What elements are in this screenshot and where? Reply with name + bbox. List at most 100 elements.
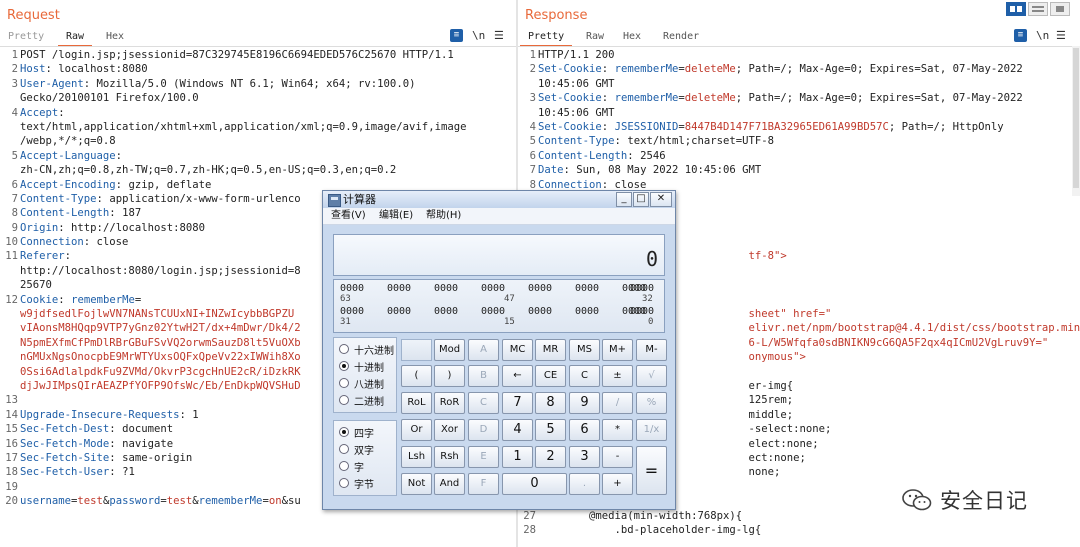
layout-stacked-icon[interactable]	[1028, 2, 1048, 16]
header-key: Set-Cookie	[538, 63, 602, 76]
key-E[interactable]: E	[468, 446, 499, 468]
key-1[interactable]: 1	[502, 446, 533, 468]
code-text: Origin: http://localhost:8080	[20, 221, 205, 235]
bit-group: 0000	[528, 306, 553, 317]
code-text: 0Ssi6AdlalpdkFu9ZVMd/OkvrP3cgcHnUE2cR/iD…	[20, 365, 301, 379]
key-√[interactable]: √	[636, 365, 667, 387]
base-radio[interactable]: 十进制	[339, 359, 384, 374]
pretty-print-icon[interactable]: ≡	[1014, 29, 1027, 42]
key-2[interactable]: 2	[535, 446, 566, 468]
base-radio[interactable]: 二进制	[339, 393, 384, 408]
pretty-print-icon[interactable]: ≡	[450, 29, 463, 42]
newline-toggle-icon[interactable]: \n	[472, 29, 485, 43]
tab-raw[interactable]: Raw	[578, 28, 612, 45]
header-value: ; Path=/; HttpOnly	[888, 120, 1004, 133]
header-value: close	[90, 236, 129, 249]
word-size-radio[interactable]: 四字	[339, 425, 374, 440]
layout-tabs-icon[interactable]	[1050, 2, 1070, 16]
scrollbar[interactable]	[1072, 46, 1080, 196]
key-MC[interactable]: MC	[502, 339, 533, 361]
newline-toggle-icon[interactable]: \n	[1036, 29, 1049, 43]
key-Rsh[interactable]: Rsh	[434, 446, 465, 468]
word-size-radio[interactable]: 字节	[339, 476, 374, 491]
scrollbar-thumb[interactable]	[1073, 48, 1079, 188]
key--[interactable]: -	[602, 446, 633, 468]
key-MS[interactable]: MS	[569, 339, 600, 361]
header-key: Origin	[20, 221, 59, 234]
line-number: 4	[11, 106, 18, 119]
line-number: 1	[11, 49, 18, 61]
key-RoL[interactable]: RoL	[401, 392, 432, 414]
key-/[interactable]: /	[602, 392, 633, 414]
key-=[interactable]: =	[636, 446, 667, 495]
menu-icon[interactable]: ☰	[1056, 29, 1066, 43]
key-6[interactable]: 6	[569, 419, 600, 441]
key-±[interactable]: ±	[602, 365, 633, 387]
line-number: 5	[529, 135, 536, 148]
key-1/x[interactable]: 1/x	[636, 419, 667, 441]
line-number: 5	[11, 149, 18, 162]
key-M+[interactable]: M+	[602, 339, 633, 361]
layout-side-by-side-icon[interactable]	[1006, 2, 1026, 16]
key-Mod[interactable]: Mod	[434, 339, 465, 361]
key-Not[interactable]: Not	[401, 473, 432, 495]
word-size-radio[interactable]: 双字	[339, 442, 374, 457]
tab-pretty[interactable]: Pretty	[520, 28, 573, 47]
key-+[interactable]: +	[602, 473, 633, 495]
base-radio[interactable]: 八进制	[339, 376, 384, 391]
key-And[interactable]: And	[434, 473, 465, 495]
tab-raw[interactable]: Raw	[58, 28, 93, 47]
key-5[interactable]: 5	[535, 419, 566, 441]
line-number: 11	[5, 250, 18, 263]
key-F[interactable]: F	[468, 473, 499, 495]
menu-view[interactable]: 查看(V)	[331, 209, 366, 223]
key-Xor[interactable]: Xor	[434, 419, 465, 441]
key-M-[interactable]: M-	[636, 339, 667, 361]
key-7[interactable]: 7	[502, 392, 533, 414]
key-B[interactable]: B	[468, 365, 499, 387]
header-key: Host	[20, 63, 46, 76]
tab-render[interactable]: Render	[655, 28, 707, 45]
key-)[interactable]: )	[434, 365, 465, 387]
base-radio[interactable]: 十六进制	[339, 342, 394, 357]
key-A[interactable]: A	[468, 339, 499, 361]
code-text: Content-Length: 2546	[538, 149, 666, 163]
tab-pretty[interactable]: Pretty	[0, 28, 52, 45]
response-tools: ≡ \n ☰	[1014, 29, 1074, 43]
maximize-icon[interactable]: □	[633, 192, 649, 207]
colon: :	[58, 106, 65, 119]
code-text: 25670	[20, 278, 52, 292]
key-*[interactable]: *	[602, 419, 633, 441]
key-3[interactable]: 3	[569, 446, 600, 468]
key-.[interactable]: .	[569, 473, 600, 495]
key-RoR[interactable]: RoR	[434, 392, 465, 414]
key-Or[interactable]: Or	[401, 419, 432, 441]
word-size-radio[interactable]: 字	[339, 459, 364, 474]
code-text: HTTP/1.1 200	[538, 48, 615, 62]
menu-icon[interactable]: ☰	[494, 29, 504, 43]
menu-help[interactable]: 帮助(H)	[426, 209, 461, 223]
line-number: 10	[5, 236, 18, 249]
key-4[interactable]: 4	[502, 419, 533, 441]
key-C[interactable]: C	[569, 365, 600, 387]
key-8[interactable]: 8	[535, 392, 566, 414]
key-CE[interactable]: CE	[535, 365, 566, 387]
tab-hex[interactable]: Hex	[98, 28, 132, 45]
key-MR[interactable]: MR	[535, 339, 566, 361]
key-9[interactable]: 9	[569, 392, 600, 414]
layout-switcher	[1006, 2, 1070, 16]
key-([interactable]: (	[401, 365, 432, 387]
key-C[interactable]: C	[468, 392, 499, 414]
header-value: HTTP/1.1 200	[538, 49, 615, 61]
key-Lsh[interactable]: Lsh	[401, 446, 432, 468]
code-line: 7 Date: Sun, 08 May 2022 10:45:06 GMT	[518, 163, 1080, 177]
key-%[interactable]: %	[636, 392, 667, 414]
minimize-icon[interactable]: _	[616, 192, 632, 207]
key-backspace[interactable]: ←	[502, 365, 533, 387]
key-0[interactable]: 0	[502, 473, 567, 495]
menu-edit[interactable]: 编辑(E)	[379, 209, 413, 223]
key-D[interactable]: D	[468, 419, 499, 441]
close-icon[interactable]: ✕	[650, 192, 672, 207]
tab-hex[interactable]: Hex	[615, 28, 649, 45]
calculator-titlebar[interactable]: 计算器 _ □ ✕	[323, 191, 675, 208]
